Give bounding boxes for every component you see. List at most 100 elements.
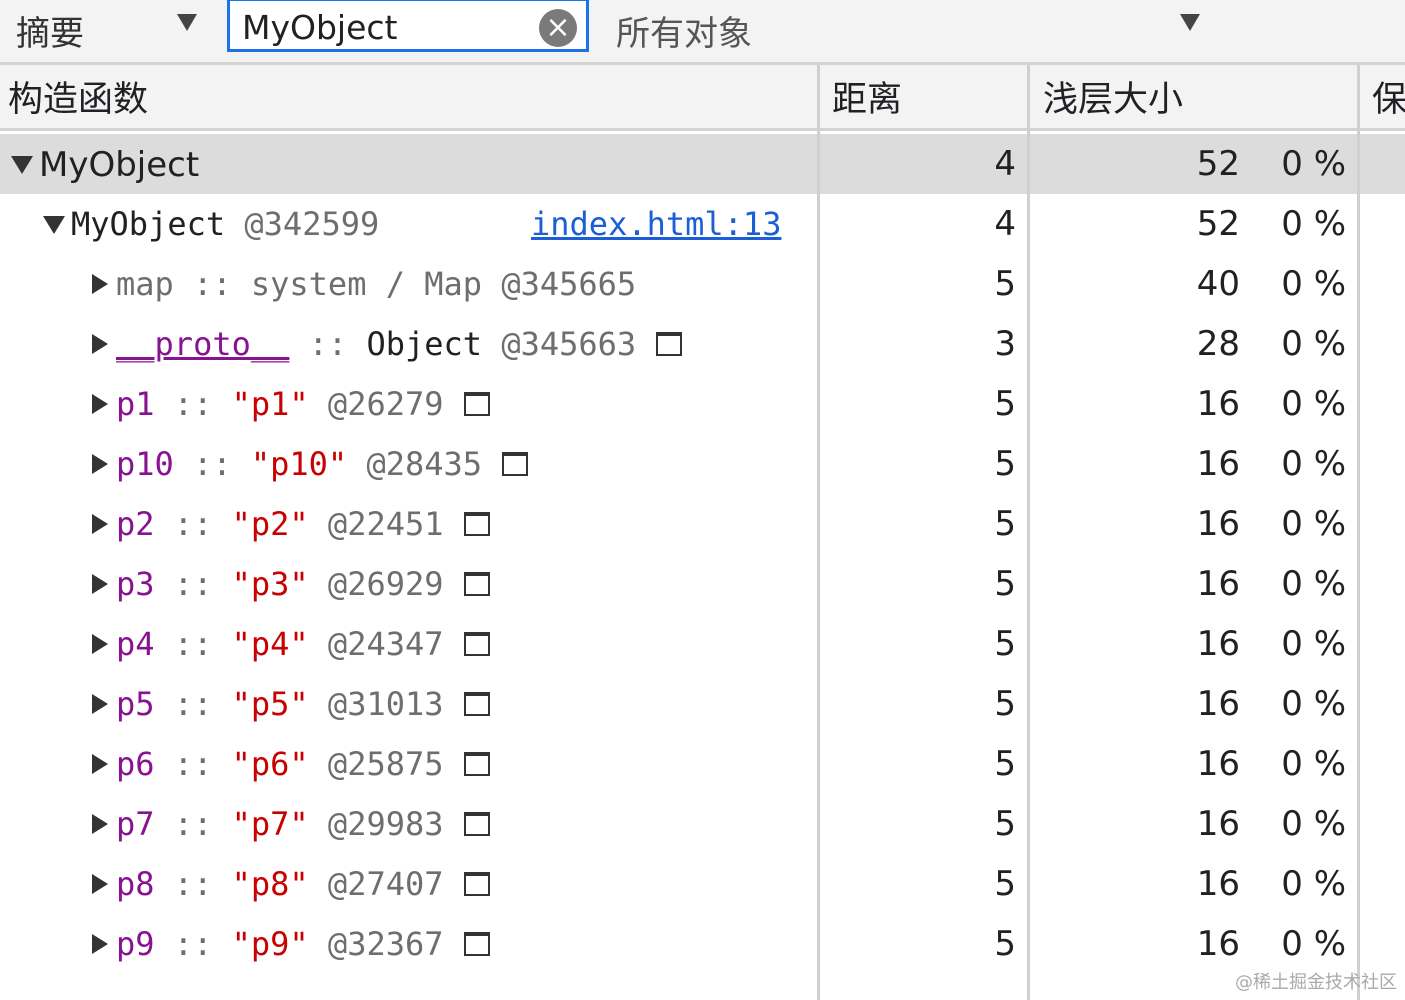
distance-value: 5 bbox=[994, 444, 1016, 484]
property-entry: p9 :: "p9" @32367 bbox=[116, 914, 490, 974]
separator: :: bbox=[173, 865, 213, 903]
object-id: @28435 bbox=[366, 445, 483, 483]
window-icon[interactable] bbox=[463, 512, 490, 536]
expand-triangle-icon[interactable] bbox=[92, 574, 108, 594]
expand-triangle-icon[interactable] bbox=[92, 394, 108, 414]
column-header-retained-size[interactable]: 保 bbox=[1372, 65, 1405, 128]
shallow-size-percent: 0 % bbox=[1281, 324, 1346, 364]
column-divider[interactable] bbox=[817, 65, 820, 1000]
expand-triangle-icon[interactable] bbox=[92, 334, 108, 354]
object-id: @24347 bbox=[327, 625, 444, 663]
property-name: p9 bbox=[116, 925, 155, 963]
expand-triangle-icon[interactable] bbox=[92, 514, 108, 534]
property-entry: p8 :: "p8" @27407 bbox=[116, 854, 490, 914]
shallow-size-value: 16 bbox=[1196, 804, 1240, 844]
property-value: "p5" bbox=[231, 685, 309, 723]
view-select[interactable]: 摘要 bbox=[0, 0, 225, 56]
table-row-property[interactable]: p3 :: "p3" @26929 5 16 0 % bbox=[0, 554, 1405, 614]
property-name: p5 bbox=[116, 685, 155, 723]
separator: :: bbox=[193, 265, 232, 303]
property-name: p4 bbox=[116, 625, 155, 663]
window-icon[interactable] bbox=[463, 632, 490, 656]
shallow-size-value: 16 bbox=[1196, 684, 1240, 724]
table-row-property[interactable]: map :: system / Map @345665 5 40 0 % bbox=[0, 254, 1405, 314]
table-row-property[interactable]: __proto__ :: Object @345663 3 28 0 % bbox=[0, 314, 1405, 374]
property-type: system / Map bbox=[250, 265, 483, 303]
window-icon[interactable] bbox=[463, 692, 490, 716]
expand-triangle-icon[interactable] bbox=[92, 634, 108, 654]
column-divider[interactable] bbox=[1357, 65, 1360, 1000]
property-entry: p10 :: "p10" @28435 bbox=[116, 434, 529, 494]
separator: :: bbox=[173, 625, 213, 663]
table-row-property[interactable]: p2 :: "p2" @22451 5 16 0 % bbox=[0, 494, 1405, 554]
property-name: p2 bbox=[116, 505, 155, 543]
separator: :: bbox=[173, 805, 213, 843]
clear-icon[interactable]: × bbox=[539, 9, 577, 47]
expand-triangle-icon[interactable] bbox=[92, 754, 108, 774]
table-row-property[interactable]: p4 :: "p4" @24347 5 16 0 % bbox=[0, 614, 1405, 674]
property-value: "p2" bbox=[231, 505, 309, 543]
shallow-size-percent: 0 % bbox=[1281, 564, 1346, 604]
window-icon[interactable] bbox=[463, 932, 490, 956]
window-icon[interactable] bbox=[656, 332, 683, 356]
instance-name: MyObject bbox=[71, 205, 226, 243]
table-row-property[interactable]: p8 :: "p8" @27407 5 16 0 % bbox=[0, 854, 1405, 914]
expand-triangle-icon[interactable] bbox=[43, 216, 65, 234]
object-id: @29983 bbox=[327, 805, 444, 843]
class-filter-input[interactable] bbox=[242, 7, 532, 47]
object-id: @342599 bbox=[244, 205, 380, 243]
window-icon[interactable] bbox=[463, 752, 490, 776]
table-row-property[interactable]: p7 :: "p7" @29983 5 16 0 % bbox=[0, 794, 1405, 854]
table-row-instance[interactable]: MyObject @342599 index.html:13 4 52 0 % bbox=[0, 194, 1405, 254]
expand-triangle-icon[interactable] bbox=[92, 934, 108, 954]
column-header-constructor[interactable]: 构造函数 bbox=[8, 65, 148, 128]
window-icon[interactable] bbox=[463, 572, 490, 596]
expand-triangle-icon[interactable] bbox=[92, 274, 108, 294]
expand-triangle-icon[interactable] bbox=[92, 694, 108, 714]
property-value: "p6" bbox=[231, 745, 309, 783]
distance-value: 4 bbox=[994, 204, 1016, 244]
window-icon[interactable] bbox=[463, 392, 490, 416]
property-value: "p10" bbox=[250, 445, 348, 483]
property-name: __proto__ bbox=[116, 325, 290, 363]
shallow-size-value: 40 bbox=[1196, 264, 1240, 304]
source-link[interactable]: index.html:13 bbox=[531, 194, 781, 254]
column-header-distance[interactable]: 距离 bbox=[832, 65, 902, 128]
scope-select-label: 所有对象 bbox=[616, 14, 752, 54]
window-icon[interactable] bbox=[463, 812, 490, 836]
distance-value: 5 bbox=[994, 504, 1016, 544]
group-name: MyObject bbox=[39, 145, 200, 185]
shallow-size-percent: 0 % bbox=[1281, 204, 1346, 244]
distance-value: 5 bbox=[994, 384, 1016, 424]
expand-triangle-icon[interactable] bbox=[11, 156, 33, 174]
distance-value: 5 bbox=[994, 684, 1016, 724]
scope-select[interactable]: 所有对象 bbox=[600, 0, 1220, 56]
window-icon[interactable] bbox=[502, 452, 529, 476]
property-name: map bbox=[116, 265, 174, 303]
shallow-size-percent: 0 % bbox=[1281, 864, 1346, 904]
column-divider[interactable] bbox=[1027, 65, 1030, 1000]
table-row-property[interactable]: p10 :: "p10" @28435 5 16 0 % bbox=[0, 434, 1405, 494]
table-row-property[interactable]: p6 :: "p6" @25875 5 16 0 % bbox=[0, 734, 1405, 794]
expand-triangle-icon[interactable] bbox=[92, 874, 108, 894]
shallow-size-value: 16 bbox=[1196, 924, 1240, 964]
table-row-property[interactable]: p1 :: "p1" @26279 5 16 0 % bbox=[0, 374, 1405, 434]
property-entry: p7 :: "p7" @29983 bbox=[116, 794, 490, 854]
window-icon[interactable] bbox=[463, 872, 490, 896]
property-entry: p1 :: "p1" @26279 bbox=[116, 374, 490, 434]
object-id: @26929 bbox=[327, 565, 444, 603]
column-header-shallow-size[interactable]: 浅层大小 bbox=[1043, 65, 1183, 128]
separator: :: bbox=[173, 925, 213, 963]
property-entry: p4 :: "p4" @24347 bbox=[116, 614, 490, 674]
object-id: @31013 bbox=[327, 685, 444, 723]
object-id: @22451 bbox=[327, 505, 444, 543]
expand-triangle-icon[interactable] bbox=[92, 454, 108, 474]
expand-triangle-icon[interactable] bbox=[92, 814, 108, 834]
shallow-size-value: 16 bbox=[1196, 624, 1240, 664]
table-row-property[interactable]: p9 :: "p9" @32367 5 16 0 % bbox=[0, 914, 1405, 974]
object-id: @26279 bbox=[327, 385, 444, 423]
table-row-property[interactable]: p5 :: "p5" @31013 5 16 0 % bbox=[0, 674, 1405, 734]
class-filter-field[interactable]: × bbox=[227, 0, 589, 52]
table-row-group[interactable]: MyObject 4 52 0 % bbox=[0, 134, 1405, 194]
property-value: "p9" bbox=[231, 925, 309, 963]
